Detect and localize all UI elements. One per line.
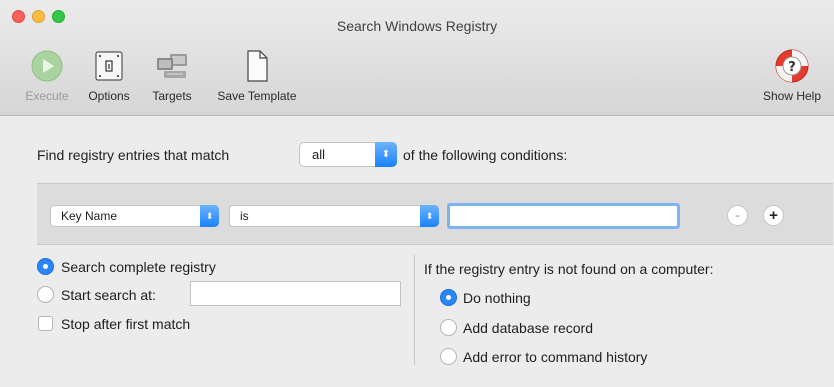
section-divider [414, 255, 415, 365]
search-complete-label: Search complete registry [61, 259, 216, 275]
match-mode-value: all [312, 147, 326, 162]
do-nothing-radio[interactable] [440, 289, 457, 306]
remove-condition-button[interactable]: - [727, 205, 748, 226]
targets-icon [145, 46, 199, 86]
start-search-radio[interactable] [37, 286, 54, 303]
match-prefix-label: Find registry entries that match [37, 147, 230, 163]
show-help-button[interactable]: ? Show Help [756, 46, 828, 103]
add-error-history-radio[interactable] [440, 348, 457, 365]
condition-row: Key Name ⬍ is ⬍ - + [37, 183, 833, 245]
search-complete-radio[interactable] [37, 258, 54, 275]
stop-first-match-label: Stop after first match [61, 316, 191, 332]
add-condition-button[interactable]: + [763, 205, 784, 226]
chevron-updown-icon: ⬍ [375, 142, 397, 167]
execute-button[interactable]: Execute [18, 46, 76, 103]
do-nothing-label: Do nothing [463, 290, 531, 306]
save-template-button[interactable]: Save Template [207, 46, 307, 103]
search-criteria-panel: Find registry entries that match all ⬍ o… [0, 117, 834, 387]
add-database-record-radio[interactable] [440, 319, 457, 336]
add-database-record-label: Add database record [463, 320, 593, 336]
not-found-heading: If the registry entry is not found on a … [424, 261, 714, 277]
show-help-label: Show Help [762, 89, 822, 103]
start-search-input[interactable] [190, 281, 401, 306]
search-registry-window: Search Windows Registry Execute Options … [0, 0, 834, 387]
titlebar-toolbar: Search Windows Registry Execute Options … [0, 0, 834, 116]
save-template-label: Save Template [217, 89, 297, 103]
condition-value-input[interactable] [447, 203, 680, 229]
condition-field-value: Key Name [61, 209, 118, 223]
svg-text:?: ? [788, 60, 796, 75]
match-suffix-label: of the following conditions: [403, 147, 568, 163]
start-search-label: Start search at: [61, 287, 156, 303]
window-title: Search Windows Registry [336, 18, 498, 34]
targets-label: Targets [152, 89, 192, 103]
condition-operator-value: is [240, 209, 249, 223]
options-label: Options [88, 89, 130, 103]
chevron-updown-icon: ⬍ [200, 205, 219, 227]
document-icon [207, 46, 307, 86]
chevron-updown-icon: ⬍ [420, 205, 439, 227]
stop-first-match-checkbox[interactable] [38, 316, 53, 331]
targets-button[interactable]: Targets [145, 46, 199, 103]
execute-label: Execute [25, 89, 69, 103]
play-icon [18, 46, 76, 86]
match-mode-select[interactable]: all ⬍ [299, 142, 397, 167]
options-button[interactable]: Options [83, 46, 135, 103]
add-error-history-label: Add error to command history [463, 349, 648, 365]
condition-operator-select[interactable]: is ⬍ [229, 205, 439, 227]
condition-field-select[interactable]: Key Name ⬍ [50, 205, 219, 227]
options-icon [83, 46, 135, 86]
help-lifebuoy-icon: ? [756, 46, 828, 86]
